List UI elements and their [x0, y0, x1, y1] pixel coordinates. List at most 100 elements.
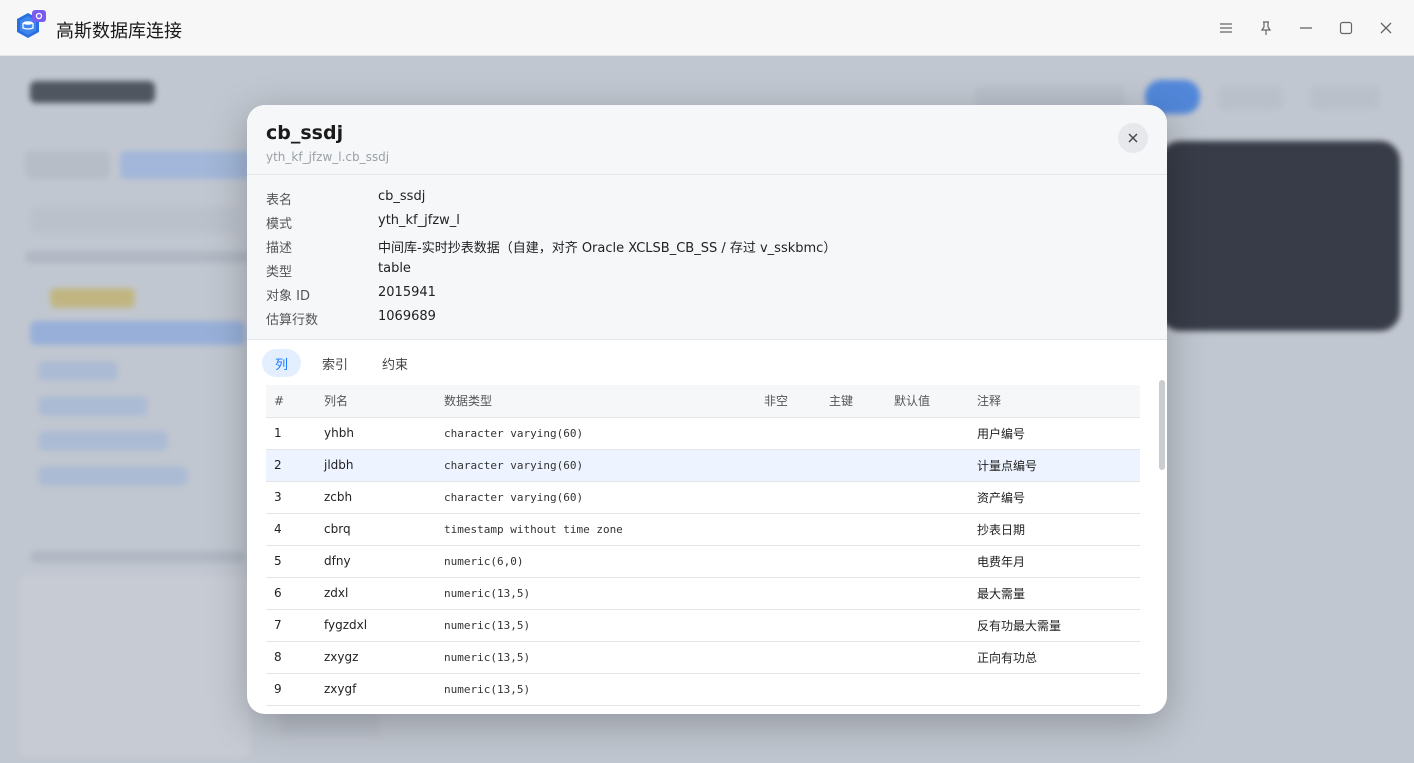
- cell-default: [886, 417, 969, 450]
- tab-constraints[interactable]: 约束: [369, 349, 421, 377]
- columns-table-container: # 列名 数据类型 非空 主键 默认值 注释 1 yhbh character va…: [266, 385, 1140, 714]
- cell-primary-key: [821, 481, 886, 514]
- close-window-icon[interactable]: [1372, 14, 1400, 42]
- tab-columns[interactable]: 列: [262, 349, 302, 377]
- table-info-panel: 表名 cb_ssdj 模式 yth_kf_jfzw_l 描述 中间库-实时抄表数…: [247, 175, 1167, 340]
- cell-not-null: [756, 641, 821, 674]
- cell-not-null: [756, 513, 821, 546]
- info-row-schema: 模式 yth_kf_jfzw_l: [266, 213, 460, 232]
- cell-data-type: numeric(13,5): [436, 641, 756, 674]
- cell-column-name: fygzdxl: [316, 609, 436, 642]
- cell-data-type: character varying(60): [436, 449, 756, 482]
- cell-not-null: [756, 673, 821, 706]
- scrollbar-thumb[interactable]: [1159, 380, 1165, 470]
- cell-default: [886, 481, 969, 514]
- columns-table: # 列名 数据类型 非空 主键 默认值 注释 1 yhbh character va…: [266, 385, 1140, 706]
- cell-comment: 电费年月: [969, 545, 1140, 578]
- cell-data-type: numeric(6,0): [436, 545, 756, 578]
- cell-comment: 反有功最大需量: [969, 609, 1140, 642]
- cell-comment: 正向有功总: [969, 641, 1140, 674]
- table-row[interactable]: 1 yhbh character varying(60) 用户编号: [266, 417, 1140, 450]
- table-row[interactable]: 5 dfny numeric(6,0) 电费年月: [266, 545, 1140, 578]
- table-scrollbar[interactable]: [1159, 380, 1165, 714]
- table-detail-modal: cb_ssdj yth_kf_jfzw_l.cb_ssdj 表名 cb_ssdj…: [247, 105, 1167, 714]
- table-row[interactable]: 3 zcbh character varying(60) 资产编号: [266, 481, 1140, 514]
- header-primary-key[interactable]: 主键: [821, 385, 886, 418]
- header-not-null[interactable]: 非空: [756, 385, 821, 418]
- cell-comment: 计量点编号: [969, 449, 1140, 482]
- header-default[interactable]: 默认值: [886, 385, 969, 418]
- window-controls: [1212, 14, 1400, 42]
- cell-default: [886, 545, 969, 578]
- pin-icon[interactable]: [1252, 14, 1280, 42]
- cell-primary-key: [821, 577, 886, 610]
- info-row-table-name: 表名 cb_ssdj: [266, 189, 426, 208]
- cell-default: [886, 609, 969, 642]
- modal-subtitle: yth_kf_jfzw_l.cb_ssdj: [266, 150, 390, 164]
- table-row[interactable]: 8 zxygz numeric(13,5) 正向有功总: [266, 641, 1140, 674]
- cell-data-type: timestamp without time zone: [436, 513, 756, 546]
- cell-primary-key: [821, 673, 886, 706]
- header-column-name[interactable]: 列名: [316, 385, 436, 418]
- table-row[interactable]: 9 zxygf numeric(13,5): [266, 673, 1140, 706]
- cell-column-name: zdxl: [316, 577, 436, 610]
- cell-primary-key: [821, 513, 886, 546]
- table-header-row: # 列名 数据类型 非空 主键 默认值 注释: [266, 385, 1140, 418]
- cell-primary-key: [821, 609, 886, 642]
- maximize-icon[interactable]: [1332, 14, 1360, 42]
- cell-index: 2: [266, 449, 316, 482]
- cell-comment: 用户编号: [969, 417, 1140, 450]
- info-row-type: 类型 table: [266, 261, 411, 280]
- cell-column-name: jldbh: [316, 449, 436, 482]
- modal-header: cb_ssdj yth_kf_jfzw_l.cb_ssdj: [247, 105, 1167, 175]
- tab-indexes[interactable]: 索引: [309, 349, 361, 377]
- table-row[interactable]: 2 jldbh character varying(60) 计量点编号: [266, 449, 1140, 482]
- cell-column-name: zxygz: [316, 641, 436, 674]
- close-icon: [1128, 133, 1138, 143]
- cell-index: 4: [266, 513, 316, 546]
- cell-primary-key: [821, 417, 886, 450]
- cell-index: 6: [266, 577, 316, 610]
- cell-default: [886, 577, 969, 610]
- cell-index: 1: [266, 417, 316, 450]
- cell-primary-key: [821, 449, 886, 482]
- modal-close-button[interactable]: [1118, 123, 1148, 153]
- table-row[interactable]: 6 zdxl numeric(13,5) 最大需量: [266, 577, 1140, 610]
- modal-title: cb_ssdj: [266, 122, 344, 144]
- info-row-description: 描述 中间库-实时抄表数据（自建，对齐 Oracle XCLSB_CB_SS /…: [266, 241, 837, 256]
- cell-not-null: [756, 449, 821, 482]
- cell-data-type: character varying(60): [436, 481, 756, 514]
- header-comment[interactable]: 注释: [969, 385, 1140, 418]
- cell-not-null: [756, 577, 821, 610]
- cell-default: [886, 449, 969, 482]
- info-row-object-id: 对象 ID 2015941: [266, 285, 436, 304]
- cell-index: 5: [266, 545, 316, 578]
- cell-primary-key: [821, 545, 886, 578]
- cell-default: [886, 641, 969, 674]
- table-row[interactable]: 7 fygzdxl numeric(13,5) 反有功最大需量: [266, 609, 1140, 642]
- cell-data-type: character varying(60): [436, 417, 756, 450]
- cell-column-name: cbrq: [316, 513, 436, 546]
- cell-default: [886, 673, 969, 706]
- cell-not-null: [756, 545, 821, 578]
- cell-default: [886, 513, 969, 546]
- cell-data-type: numeric(13,5): [436, 577, 756, 610]
- cell-index: 3: [266, 481, 316, 514]
- detail-tabs: 列 索引 约束: [262, 349, 421, 379]
- cell-comment: 最大需量: [969, 577, 1140, 610]
- header-index[interactable]: #: [266, 385, 316, 418]
- cell-data-type: numeric(13,5): [436, 609, 756, 642]
- cell-not-null: [756, 609, 821, 642]
- cell-column-name: dfny: [316, 545, 436, 578]
- header-data-type[interactable]: 数据类型: [436, 385, 756, 418]
- menu-icon[interactable]: [1212, 14, 1240, 42]
- cell-column-name: yhbh: [316, 417, 436, 450]
- cell-not-null: [756, 481, 821, 514]
- cell-primary-key: [821, 641, 886, 674]
- table-row[interactable]: 4 cbrq timestamp without time zone 抄表日期: [266, 513, 1140, 546]
- info-row-estimated-rows: 估算行数 1069689: [266, 309, 436, 328]
- title-bar: 高斯数据库连接: [0, 0, 1414, 56]
- minimize-icon[interactable]: [1292, 14, 1320, 42]
- cell-index: 7: [266, 609, 316, 642]
- cell-index: 8: [266, 641, 316, 674]
